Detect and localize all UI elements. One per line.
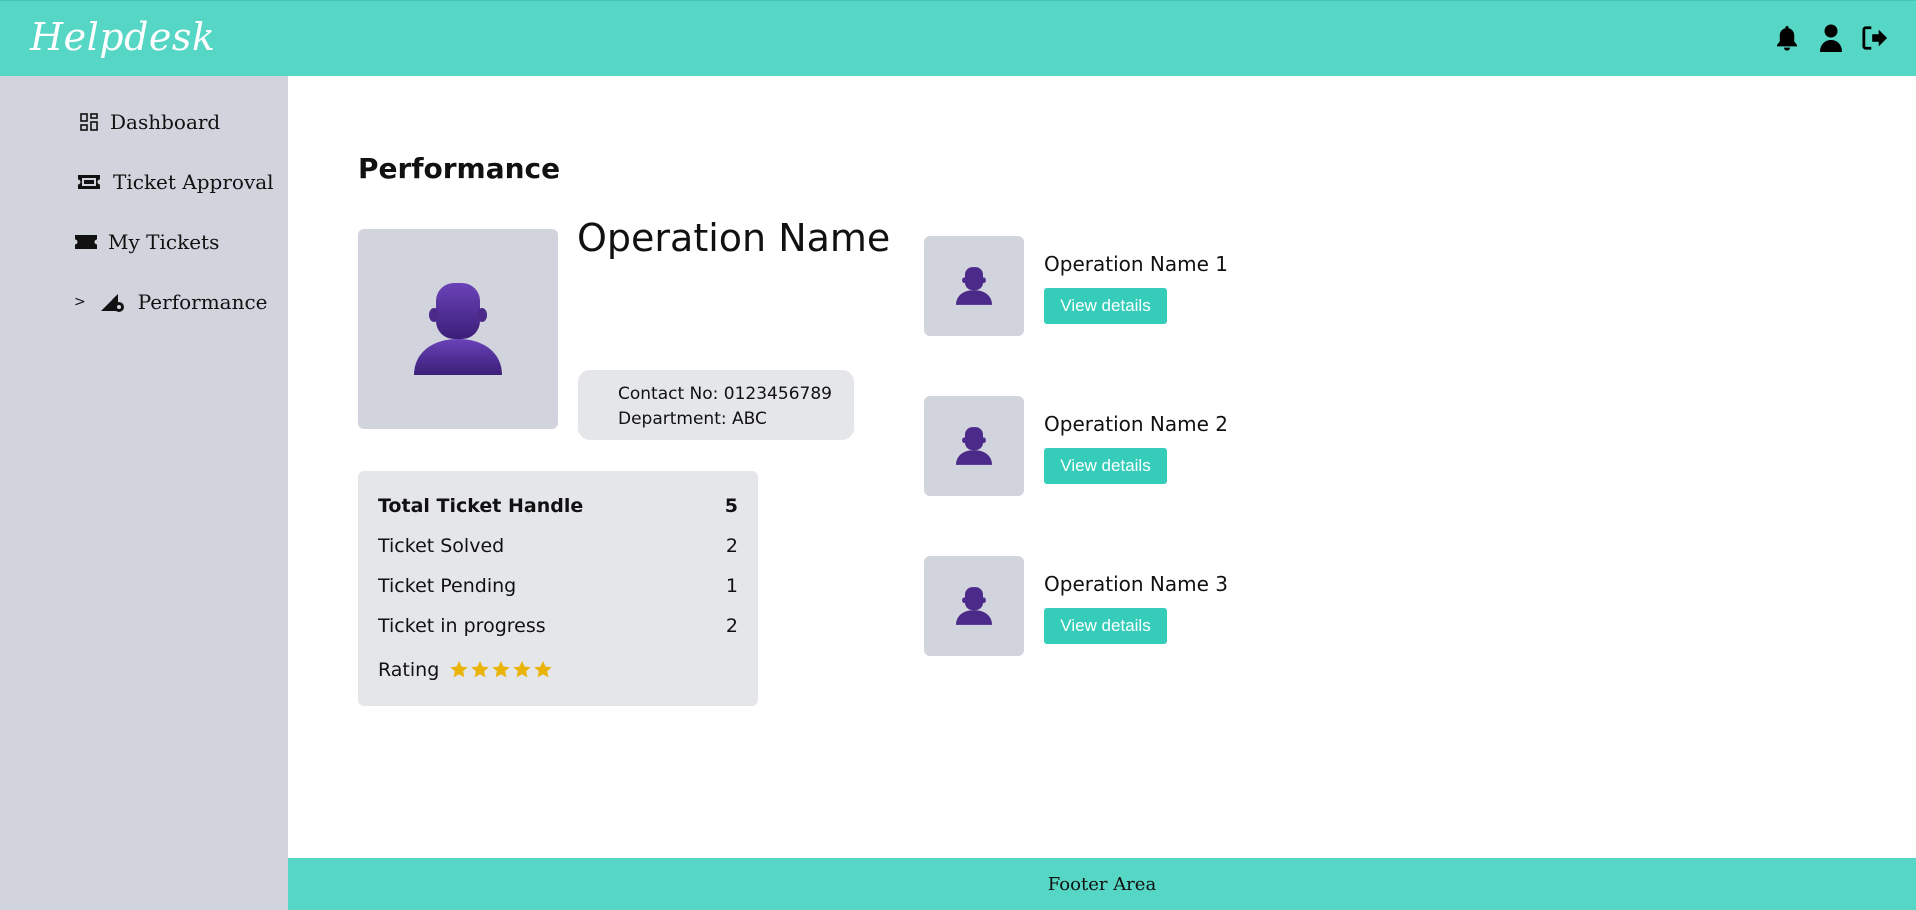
operation-item: Operation Name 2 View details: [924, 396, 1324, 496]
ticket-icon: [77, 173, 101, 191]
stat-value: 2: [725, 615, 738, 637]
operation-name: Operation Name 2: [1044, 412, 1228, 436]
operation-name: Operation Name 1: [1044, 252, 1228, 276]
view-details-button[interactable]: View details: [1044, 448, 1167, 484]
stat-value: 1: [725, 575, 738, 597]
sidebar-item-performance[interactable]: > Performance: [74, 290, 268, 314]
stat-label: Ticket in progress: [378, 615, 546, 637]
logout-icon[interactable]: [1862, 21, 1888, 55]
sidebar-item-label: Performance: [137, 290, 268, 314]
stat-label: Ticket Pending: [378, 575, 517, 597]
profile-avatar: [358, 229, 558, 429]
avatar-icon: [414, 283, 502, 375]
bell-icon[interactable]: [1774, 21, 1800, 55]
header-actions: [1774, 21, 1888, 55]
avatar-icon: [956, 587, 992, 625]
footer: Footer Area: [288, 858, 1916, 910]
view-details-button[interactable]: View details: [1044, 288, 1167, 324]
sidebar-item-label: My Tickets: [108, 230, 220, 254]
page-title: Performance: [358, 152, 561, 185]
view-details-button[interactable]: View details: [1044, 608, 1167, 644]
star-icon: [534, 661, 552, 678]
brand-logo[interactable]: Helpdesk: [30, 15, 215, 59]
avatar-icon: [956, 267, 992, 305]
stat-row: Ticket Solved 2: [378, 535, 738, 557]
department: Department: ABC: [618, 409, 767, 429]
rating-stars: [449, 660, 553, 680]
stat-value: 2: [725, 535, 738, 557]
stat-label: Total Ticket Handle: [378, 495, 584, 517]
footer-text: Footer Area: [1047, 873, 1157, 895]
user-icon[interactable]: [1818, 21, 1844, 55]
operation-avatar: [924, 556, 1024, 656]
sidebar: Dashboard Ticket Approval My Tickets > P…: [0, 76, 288, 910]
stats-card: Total Ticket Handle 5 Ticket Solved 2 Ti…: [358, 471, 758, 706]
sidebar-item-ticket-approval[interactable]: Ticket Approval: [77, 170, 274, 194]
stat-label: Ticket Solved: [378, 535, 505, 557]
star-icon: [492, 661, 510, 678]
avatar-icon: [956, 427, 992, 465]
stat-row: Total Ticket Handle 5: [378, 495, 738, 517]
active-marker: >: [74, 294, 86, 310]
operation-item: Operation Name 1 View details: [924, 236, 1324, 336]
main-content: Performance Operation Name Contact No: 0…: [288, 76, 1916, 858]
rating-label: Rating: [378, 659, 440, 681]
sidebar-item-label: Dashboard: [110, 110, 221, 134]
profile-name: Operation Name: [577, 216, 891, 260]
operation-avatar: [924, 396, 1024, 496]
operation-name: Operation Name 3: [1044, 572, 1228, 596]
stat-value: 5: [724, 495, 738, 517]
dashboard-icon: [80, 113, 98, 131]
stat-row: Ticket Pending 1: [378, 575, 738, 597]
top-header: Helpdesk: [0, 0, 1916, 76]
performance-icon: [98, 291, 126, 313]
star-icon: [450, 661, 468, 678]
operation-avatar: [924, 236, 1024, 336]
rating-row: Rating: [378, 659, 553, 681]
sidebar-item-label: Ticket Approval: [113, 170, 274, 194]
star-icon: [513, 661, 531, 678]
star-icon: [471, 661, 489, 678]
operation-item: Operation Name 3 View details: [924, 556, 1324, 656]
contact-card: Contact No: 0123456789 Department: ABC: [578, 370, 854, 440]
sidebar-item-dashboard[interactable]: Dashboard: [80, 110, 220, 134]
contact-number: Contact No: 0123456789: [618, 384, 832, 404]
stat-row: Ticket in progress 2: [378, 615, 738, 637]
ticket-filled-icon: [74, 233, 98, 251]
sidebar-item-my-tickets[interactable]: My Tickets: [74, 230, 219, 254]
